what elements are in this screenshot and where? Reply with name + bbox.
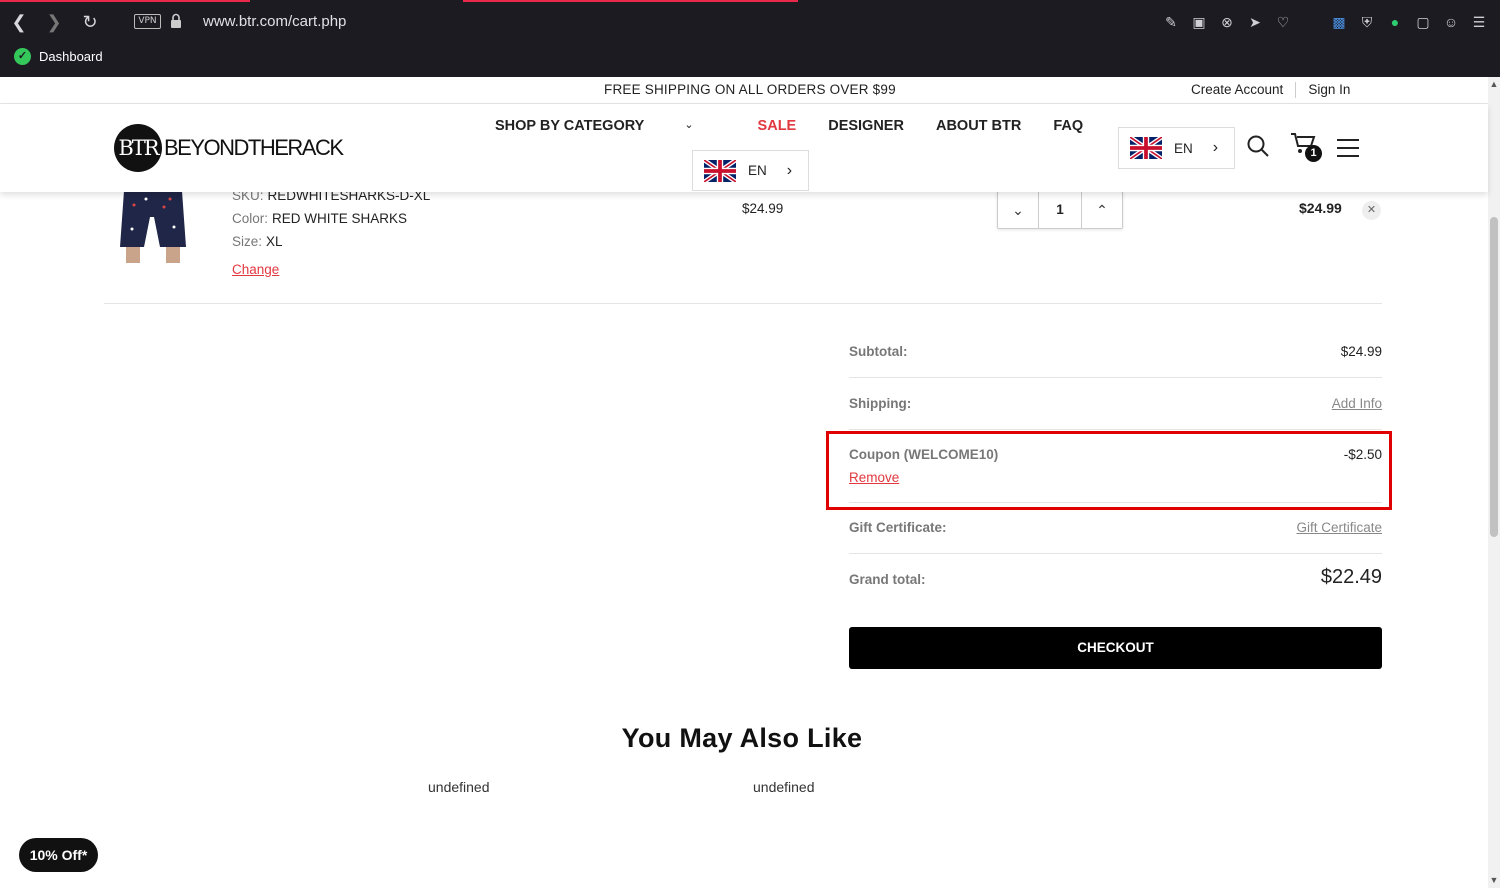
hamburger-menu-icon[interactable] xyxy=(1337,139,1359,157)
gift-certificate-link[interactable]: Gift Certificate xyxy=(1296,520,1382,535)
forward-icon[interactable]: ❯ xyxy=(42,10,66,34)
divider xyxy=(849,377,1382,378)
chevron-right-icon: › xyxy=(1212,139,1219,156)
language-selector-nav[interactable]: EN › xyxy=(692,150,809,191)
nav-shop-by-category[interactable]: SHOP BY CATEGORY ⌄ xyxy=(495,118,726,134)
address-bar[interactable]: www.btr.com/cart.php xyxy=(203,13,346,30)
back-icon[interactable]: ❮ xyxy=(7,10,31,34)
browser-extensions: ✎ ▣ ⊗ ➤ ♡ ▩ ⛨ ● ▢ ☺ ☰ xyxy=(1160,10,1490,34)
sign-in-link[interactable]: Sign In xyxy=(1308,82,1350,98)
item-size: Size: XL xyxy=(232,234,283,249)
chevron-right-icon: › xyxy=(786,161,793,179)
divider xyxy=(849,553,1382,554)
page-content: FREE SHIPPING ON ALL ORDERS OVER $99 Cre… xyxy=(0,77,1500,888)
free-shipping-text: FREE SHIPPING ON ALL ORDERS OVER $99 xyxy=(604,82,896,97)
uk-flag-icon xyxy=(704,159,736,182)
quantity-stepper: ⌄ 1 ⌃ xyxy=(997,191,1123,229)
cart-button[interactable]: 1 xyxy=(1290,131,1326,163)
chevron-down-icon: ⌄ xyxy=(684,119,694,131)
item-divider xyxy=(104,303,1382,304)
language-selector[interactable]: EN › xyxy=(1118,127,1235,169)
uk-flag-icon xyxy=(1130,137,1162,159)
logo-wordmark: BEYONDTHERACK xyxy=(164,135,344,160)
site-header: BTR BEYONDTHERACK SHOP BY CATEGORY ⌄ SALE… xyxy=(0,104,1488,192)
nav-designer[interactable]: DESIGNER xyxy=(828,118,904,134)
bookmark-label: Dashboard xyxy=(39,49,103,64)
menu-lines-icon[interactable]: ☰ xyxy=(1468,10,1490,34)
translate-icon[interactable]: ▩ xyxy=(1328,10,1350,34)
page-scrollbar[interactable]: ▲ ▼ xyxy=(1488,77,1500,888)
grand-total-value: $22.49 xyxy=(1320,566,1382,588)
bookmark-dashboard[interactable]: ✓ Dashboard xyxy=(14,48,103,65)
vpn-badge[interactable]: VPN xyxy=(134,14,161,29)
shipping-label: Shipping: xyxy=(849,396,912,411)
shield-icon[interactable]: ⛨ xyxy=(1356,10,1378,34)
profile-icon[interactable]: ☺ xyxy=(1440,10,1462,34)
send-icon[interactable]: ➤ xyxy=(1244,10,1266,34)
recommendation-item[interactable]: undefined xyxy=(753,779,815,795)
extension-green-icon[interactable]: ● xyxy=(1384,10,1406,34)
divider xyxy=(1295,82,1297,98)
lock-icon xyxy=(171,13,181,28)
scroll-down-icon[interactable]: ▼ xyxy=(1488,875,1500,885)
logo-mark: BTR xyxy=(114,124,162,172)
search-icon[interactable] xyxy=(1246,134,1270,158)
color-label: Color: xyxy=(232,211,269,226)
cart-count-badge: 1 xyxy=(1305,145,1322,162)
item-color: Color: RED WHITE SHARKS xyxy=(232,211,407,226)
discount-promo-button[interactable]: 10% Off* xyxy=(19,838,98,872)
color-value: RED WHITE SHARKS xyxy=(272,211,408,226)
coupon-highlight-box xyxy=(826,431,1392,510)
scroll-up-icon[interactable]: ▲ xyxy=(1488,79,1500,89)
reload-icon[interactable]: ↻ xyxy=(78,10,102,34)
nav-faq[interactable]: FAQ xyxy=(1053,118,1083,134)
gift-certificate-label: Gift Certificate: xyxy=(849,520,947,535)
main-nav: SHOP BY CATEGORY ⌄ SALE DESIGNER ABOUT BT… xyxy=(495,118,1115,134)
you-may-also-like-title: You May Also Like xyxy=(621,723,863,753)
nav-sale[interactable]: SALE xyxy=(758,118,797,134)
cube-icon[interactable]: ▢ xyxy=(1412,10,1434,34)
checkout-button[interactable]: CHECKOUT xyxy=(849,627,1382,669)
site-logo[interactable]: BTR BEYONDTHERACK xyxy=(114,124,344,172)
unit-price: $24.99 xyxy=(742,201,784,216)
edit-icon[interactable]: ✎ xyxy=(1160,10,1182,34)
account-links: Create Account Sign In xyxy=(1191,82,1350,98)
quantity-input[interactable]: 1 xyxy=(1038,192,1082,228)
loading-progress-left xyxy=(0,0,250,2)
dashboard-icon: ✓ xyxy=(14,48,31,65)
scrollbar-thumb[interactable] xyxy=(1490,217,1498,537)
create-account-link[interactable]: Create Account xyxy=(1191,82,1283,98)
divider xyxy=(849,429,1382,430)
recommendation-item[interactable]: undefined xyxy=(428,779,490,795)
nav-shop-label: SHOP BY CATEGORY xyxy=(495,118,645,134)
add-shipping-info-link[interactable]: Add Info xyxy=(1332,396,1382,411)
nav-about[interactable]: ABOUT BTR xyxy=(936,118,1021,134)
size-value: XL xyxy=(266,234,283,249)
change-link[interactable]: Change xyxy=(232,262,279,277)
loading-progress-right xyxy=(463,0,798,2)
subtotal-value: $24.99 xyxy=(1340,344,1382,359)
lang-code: EN xyxy=(1174,140,1193,156)
heart-icon[interactable]: ♡ xyxy=(1272,10,1294,34)
block-icon[interactable]: ⊗ xyxy=(1216,10,1238,34)
decrease-qty-button[interactable]: ⌄ xyxy=(998,192,1038,228)
remove-item-icon[interactable]: ✕ xyxy=(1362,201,1381,220)
size-label: Size: xyxy=(232,234,263,249)
promo-bar: FREE SHIPPING ON ALL ORDERS OVER $99 Cre… xyxy=(0,77,1488,104)
lang-code: EN xyxy=(748,163,767,178)
line-total: $24.99 xyxy=(1299,200,1342,216)
increase-qty-button[interactable]: ⌃ xyxy=(1082,192,1122,228)
grand-total-label: Grand total: xyxy=(849,572,926,587)
subtotal-label: Subtotal: xyxy=(849,344,908,359)
browser-toolbar: ❮ ❯ ↻ VPN www.btr.com/cart.php ✎ ▣ ⊗ ➤ ♡… xyxy=(0,0,1500,77)
camera-icon[interactable]: ▣ xyxy=(1188,10,1210,34)
